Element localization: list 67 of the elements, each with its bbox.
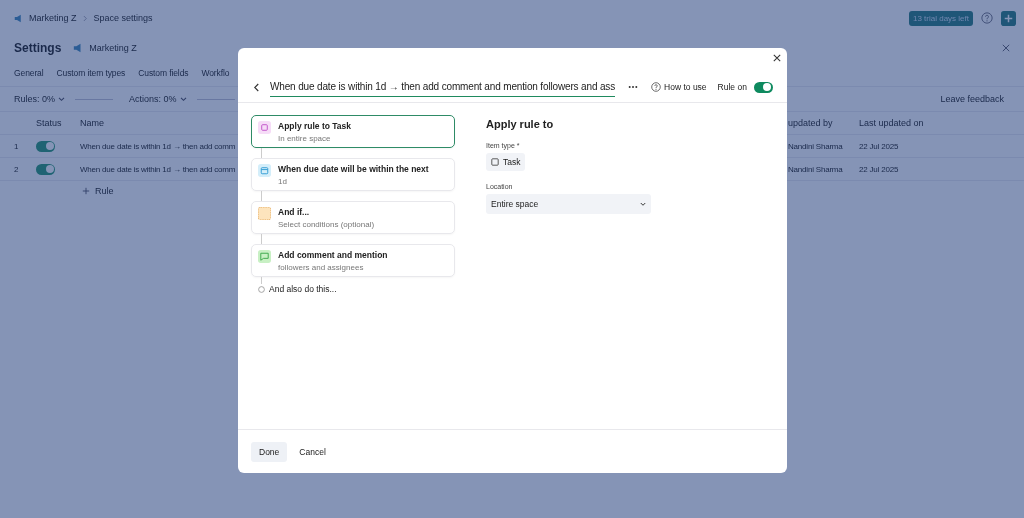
step-title: When due date will be within the next bbox=[278, 164, 429, 174]
step-title: And if... bbox=[278, 207, 311, 217]
rule-on-toggle[interactable] bbox=[753, 81, 773, 93]
table-cell: Nandini Sharma bbox=[788, 141, 843, 151]
table-cell: 22 Jul 2025 bbox=[859, 141, 899, 151]
leave-feedback-link[interactable]: Leave feedback bbox=[940, 94, 1010, 104]
table-cell: 22 Jul 2025 bbox=[859, 164, 899, 174]
comment-icon bbox=[258, 250, 271, 263]
settings-tab[interactable]: Workflo bbox=[201, 68, 230, 78]
breadcrumb-link[interactable]: Marketing Z bbox=[29, 13, 77, 23]
rule-step-card[interactable]: When due date will be within the next 1d bbox=[251, 158, 455, 191]
calendar-icon bbox=[258, 164, 271, 177]
settings-tab[interactable]: Custom item types bbox=[56, 68, 126, 78]
breadcrumb-current: Space settings bbox=[93, 13, 153, 23]
settings-tab[interactable]: Custom fields bbox=[138, 68, 189, 78]
column-header: Status bbox=[36, 118, 62, 128]
rule-name[interactable]: When due date is within 1d → then add comm bbox=[80, 164, 236, 174]
chevron-right-icon bbox=[82, 14, 88, 22]
settings-tab[interactable]: General bbox=[14, 68, 44, 78]
rule-on-label: Rule on bbox=[717, 82, 747, 92]
column-header: updated by bbox=[788, 118, 833, 128]
rule-step-card[interactable]: Add comment and mention followers and assignees bbox=[251, 244, 455, 277]
panel-heading: Apply rule to bbox=[486, 118, 554, 130]
row-number: 1 bbox=[14, 141, 19, 151]
location-dropdown[interactable]: Entire space bbox=[486, 194, 651, 214]
plus-icon bbox=[82, 187, 90, 195]
row-number: 2 bbox=[14, 164, 19, 174]
status-toggle[interactable] bbox=[36, 163, 55, 175]
add-button[interactable] bbox=[1001, 10, 1016, 26]
step-subtitle: Select conditions (optional) bbox=[278, 220, 375, 229]
step-subtitle: 1d bbox=[278, 177, 288, 186]
circle-icon bbox=[258, 285, 265, 293]
back-icon[interactable] bbox=[253, 82, 260, 92]
item-type-chip[interactable]: Task bbox=[486, 153, 526, 171]
step-subtitle: followers and assignees bbox=[278, 263, 365, 272]
add-rule-button[interactable]: Rule bbox=[82, 186, 114, 196]
done-button[interactable]: Done bbox=[251, 441, 288, 462]
rule-step-card[interactable]: And if... Select conditions (optional) bbox=[251, 201, 455, 234]
step-title: Add comment and mention bbox=[278, 250, 388, 260]
task-icon bbox=[491, 158, 499, 166]
help-icon bbox=[651, 82, 662, 92]
space-name: Marketing Z bbox=[89, 43, 137, 53]
chevron-down-icon bbox=[640, 201, 646, 207]
help-icon[interactable] bbox=[981, 12, 993, 24]
how-to-use-button[interactable]: How to use bbox=[651, 82, 707, 92]
condition-icon bbox=[258, 207, 271, 220]
close-icon[interactable] bbox=[773, 54, 781, 62]
rule-name[interactable]: When due date is within 1d → then add comm bbox=[80, 141, 236, 151]
status-toggle[interactable] bbox=[36, 140, 55, 152]
more-icon[interactable] bbox=[628, 85, 639, 89]
add-step-link[interactable]: And also do this... bbox=[269, 284, 337, 294]
filter-dropdown[interactable]: Rules: 0% bbox=[14, 94, 66, 104]
rule-step-card[interactable]: Apply rule to Task In entire space bbox=[251, 115, 455, 148]
column-header: Name bbox=[80, 118, 104, 128]
step-title: Apply rule to Task bbox=[278, 121, 352, 131]
page-title: Settings bbox=[14, 41, 62, 55]
filter-dropdown[interactable]: Actions: 0% bbox=[129, 94, 187, 104]
rule-name-field[interactable]: When due date is within 1d → then add comment and mention followers and ass bbox=[270, 77, 616, 97]
task-icon bbox=[258, 121, 271, 134]
megaphone-icon bbox=[73, 43, 84, 53]
chevron-down-icon bbox=[179, 96, 187, 102]
column-header: Last updated on bbox=[859, 118, 924, 128]
cancel-button[interactable]: Cancel bbox=[291, 441, 334, 462]
table-cell: Nandini Sharma bbox=[788, 164, 843, 174]
step-subtitle: In entire space bbox=[278, 134, 332, 143]
chevron-down-icon bbox=[58, 96, 66, 102]
megaphone-icon bbox=[14, 13, 23, 23]
